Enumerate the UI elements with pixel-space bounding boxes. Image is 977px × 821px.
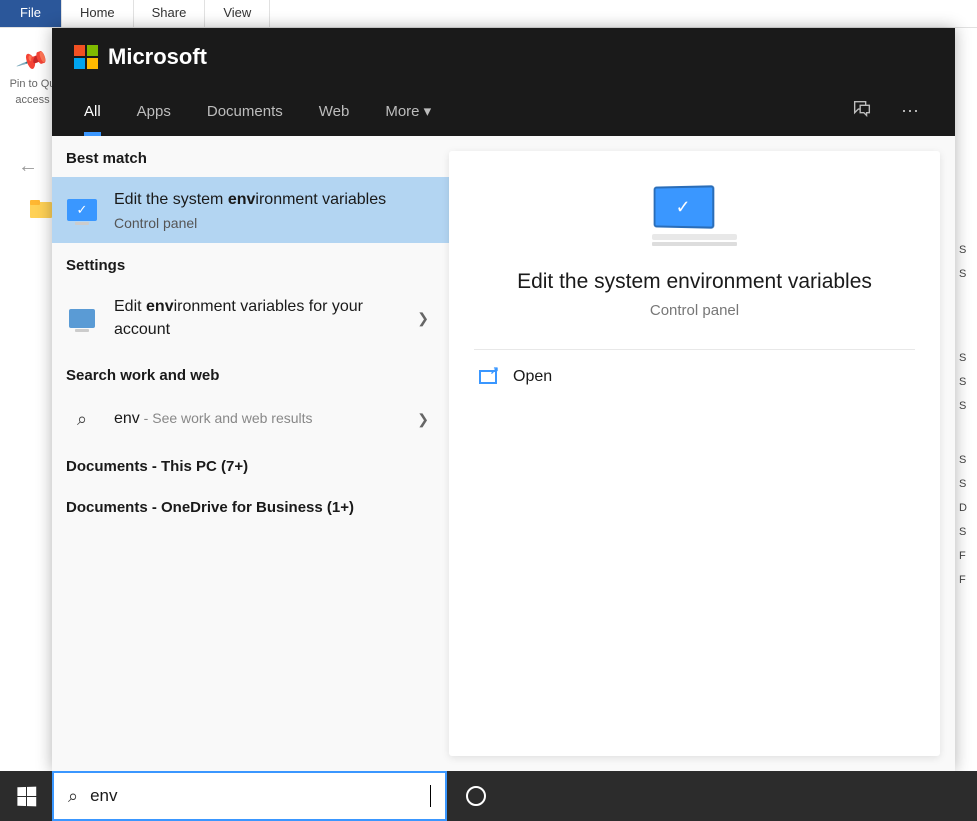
search-icon: ⌕ xyxy=(68,786,78,807)
microsoft-header: Microsoft xyxy=(52,28,955,86)
text-cursor xyxy=(430,785,431,807)
results-list: Best match ✓ Edit the system environment… xyxy=(52,136,449,771)
work-web-header: Search work and web xyxy=(52,353,449,394)
feedback-icon[interactable] xyxy=(837,98,887,125)
cortana-button[interactable] xyxy=(447,771,505,821)
preview-title: Edit the system environment variables xyxy=(517,270,872,294)
open-external-icon xyxy=(479,370,497,384)
ribbon-share-tab[interactable]: Share xyxy=(134,0,206,27)
best-match-header: Best match xyxy=(52,136,449,177)
search-filter-bar: All Apps Documents Web More ▾ ⋯ xyxy=(52,86,955,136)
ribbon-home-tab[interactable]: Home xyxy=(62,0,134,27)
back-arrow-icon[interactable]: ← xyxy=(18,155,38,178)
search-icon: ⌕ xyxy=(77,409,87,430)
result-title: env - See work and web results xyxy=(114,408,395,430)
filter-all-tab[interactable]: All xyxy=(74,86,119,136)
filter-web-tab[interactable]: Web xyxy=(301,86,368,136)
taskbar: ⌕ xyxy=(0,771,977,821)
filter-documents-tab[interactable]: Documents xyxy=(189,86,301,136)
documents-onedrive-header[interactable]: Documents - OneDrive for Business (1+) xyxy=(52,485,449,526)
folder-icon[interactable] xyxy=(30,200,52,218)
preview-pane: ✓ Edit the system environment variables … xyxy=(449,151,940,756)
result-edit-system-env[interactable]: ✓ Edit the system environment variables … xyxy=(52,177,449,243)
ribbon-view-tab[interactable]: View xyxy=(205,0,270,27)
filter-more-tab[interactable]: More ▾ xyxy=(367,86,449,136)
open-action[interactable]: Open xyxy=(449,350,940,404)
chevron-right-icon[interactable]: ❯ xyxy=(411,310,435,327)
search-input[interactable] xyxy=(90,786,428,806)
result-search-work-web[interactable]: ⌕ env - See work and web results ❯ xyxy=(52,394,449,444)
documents-thispc-header[interactable]: Documents - This PC (7+) xyxy=(52,444,449,485)
settings-header: Settings xyxy=(52,243,449,284)
microsoft-logo-icon xyxy=(74,45,98,69)
microsoft-brand-text: Microsoft xyxy=(108,44,207,70)
ribbon-file-tab[interactable]: File xyxy=(0,0,62,27)
filter-apps-tab[interactable]: Apps xyxy=(119,86,189,136)
open-label: Open xyxy=(513,368,552,386)
pin-icon: 📌 xyxy=(15,43,51,78)
taskbar-search-box[interactable]: ⌕ xyxy=(52,771,447,821)
preview-monitor-icon: ✓ xyxy=(652,186,737,246)
cortana-icon xyxy=(466,786,486,806)
result-title: Edit the system environment variables xyxy=(114,189,435,211)
background-right-column: S S S S S S S D S F F xyxy=(955,28,977,771)
result-title: Edit environment variables for your acco… xyxy=(114,296,395,341)
windows-logo-icon xyxy=(17,786,36,806)
preview-subtitle: Control panel xyxy=(650,302,739,319)
monitor-icon xyxy=(69,309,95,328)
monitor-check-icon: ✓ xyxy=(67,199,97,221)
more-options-icon[interactable]: ⋯ xyxy=(887,101,933,122)
search-panel: Microsoft All Apps Documents Web More ▾ … xyxy=(52,28,955,771)
chevron-right-icon[interactable]: ❯ xyxy=(411,411,435,428)
start-button[interactable] xyxy=(0,771,52,821)
result-edit-account-env[interactable]: Edit environment variables for your acco… xyxy=(52,284,449,353)
result-subtitle: Control panel xyxy=(114,215,435,231)
